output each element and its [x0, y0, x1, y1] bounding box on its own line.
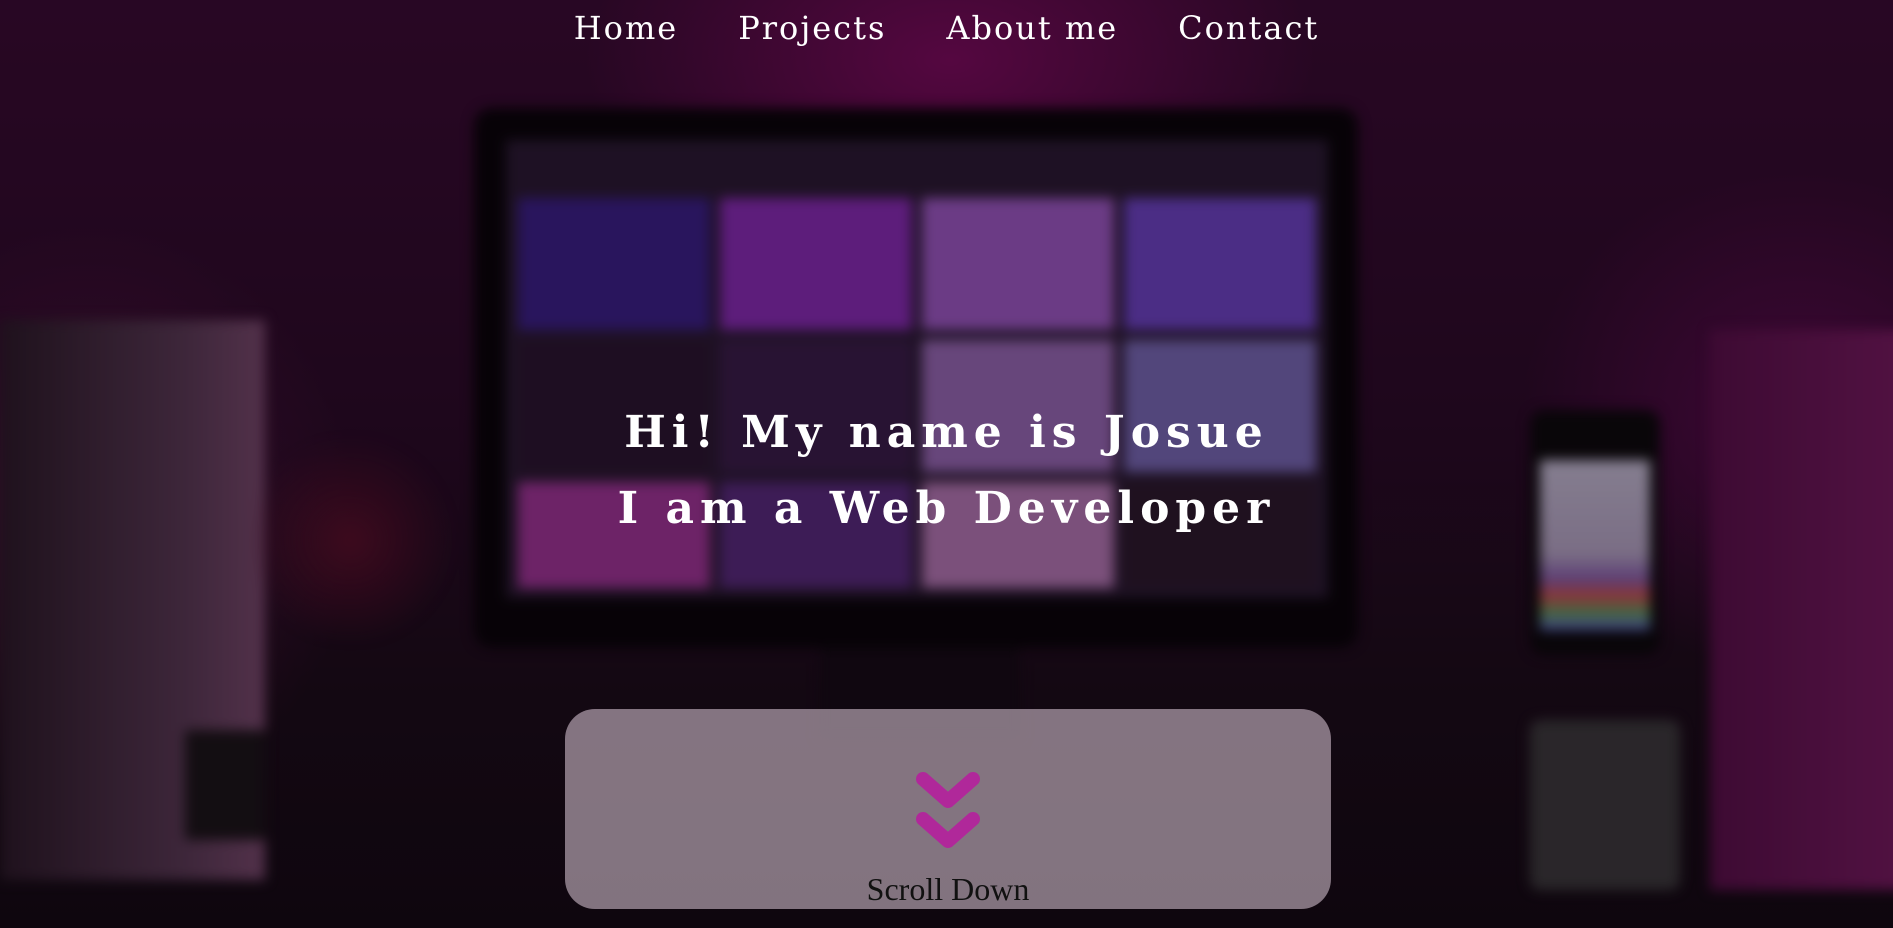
scroll-down-label: Scroll Down	[866, 871, 1030, 907]
hero-section: Home Projects About me Contact Hi! My na…	[0, 0, 1893, 928]
hero-greeting: Hi! My name is Josue	[624, 407, 1269, 458]
nav-link-home[interactable]: Home	[574, 6, 678, 50]
scroll-down-button[interactable]: Scroll Down	[565, 709, 1331, 909]
nav-link-contact[interactable]: Contact	[1178, 6, 1319, 50]
top-navigation: Home Projects About me Contact	[0, 6, 1893, 50]
double-chevron-down-icon	[916, 772, 980, 848]
nav-link-projects[interactable]: Projects	[738, 6, 886, 50]
nav-link-about-me[interactable]: About me	[946, 6, 1118, 50]
hero-headline: Hi! My name is Josue I am a Web Develope…	[0, 395, 1893, 547]
hero-role: I am a Web Developer	[617, 483, 1276, 534]
